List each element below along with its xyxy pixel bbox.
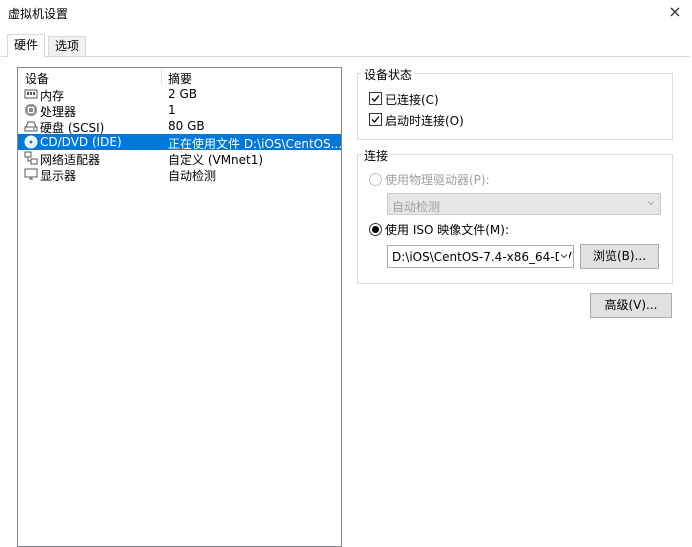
processor-icon (25, 104, 37, 116)
title-bar: 虚拟机设置 × (0, 0, 692, 26)
iso-image-radio[interactable] (369, 223, 382, 236)
radio-selected-dot (372, 226, 379, 233)
column-header-device[interactable]: 设备 (25, 70, 49, 87)
device-summary: 2 GB (168, 87, 197, 101)
iso-path-combobox[interactable]: D:\iOS\CentOS-7.4-x86_64-DV (387, 245, 574, 268)
connected-label: 已连接(C) (385, 93, 439, 107)
browse-button[interactable]: 浏览(B)... (580, 244, 659, 269)
chevron-down-icon (647, 201, 655, 206)
connected-checkbox-box[interactable] (369, 92, 382, 105)
connected-checkbox[interactable]: 已连接(C) (369, 90, 519, 107)
close-button[interactable]: × (664, 2, 686, 22)
physical-drive-select[interactable]: 自动检测 (387, 193, 661, 215)
memory-icon (24, 89, 38, 99)
device-list[interactable]: 设备 摘要 内存 2 GB 处理器 1 硬盘 (SCSI) 80 GB CD/D… (17, 67, 342, 547)
device-row-cd-dvd[interactable]: CD/DVD (IDE) 正在使用文件 D:\iOS\CentOS... (18, 134, 342, 151)
check-icon (371, 116, 380, 123)
device-row-display[interactable]: 显示器 自动检测 (18, 166, 341, 183)
window-title: 虚拟机设置 (8, 7, 69, 21)
chevron-down-icon[interactable] (559, 251, 569, 261)
iso-image-label: 使用 ISO 映像文件(M): (385, 223, 509, 237)
tab-options[interactable]: 选项 (48, 36, 87, 56)
connection-title: 连接 (361, 147, 392, 164)
advanced-button[interactable]: 高级(V)... (590, 293, 672, 318)
connect-at-power-on-label: 启动时连接(O) (385, 114, 464, 128)
device-row-processor[interactable]: 处理器 1 (18, 102, 341, 119)
list-header: 设备 摘要 (18, 68, 341, 87)
display-icon (24, 168, 38, 180)
column-separator[interactable] (161, 68, 162, 85)
device-summary: 80 GB (168, 119, 205, 133)
network-adapter-icon (24, 151, 38, 165)
hard-disk-icon (24, 121, 38, 132)
device-row-network-adapter[interactable]: 网络适配器 自定义 (VMnet1) (18, 150, 341, 167)
tab-strip: 硬件 选项 (0, 34, 692, 57)
tab-hardware[interactable]: 硬件 (7, 34, 46, 57)
cd-dvd-icon (24, 135, 38, 149)
device-name: CD/DVD (IDE) (40, 135, 122, 149)
device-status-title: 设备状态 (361, 66, 416, 83)
connect-at-power-on-checkbox[interactable]: 启动时连接(O) (369, 111, 519, 128)
device-row-hard-disk[interactable]: 硬盘 (SCSI) 80 GB (18, 118, 341, 135)
iso-path-value: D:\iOS\CentOS-7.4-x86_64-DV (392, 250, 572, 264)
connect-at-power-on-checkbox-box[interactable] (369, 113, 382, 126)
device-name: 显示器 (40, 169, 77, 183)
device-row-memory[interactable]: 内存 2 GB (18, 86, 341, 103)
device-summary: 1 (168, 103, 176, 117)
check-icon (371, 95, 380, 102)
physical-drive-value: 自动检测 (392, 200, 441, 214)
column-header-summary[interactable]: 摘要 (168, 70, 192, 87)
physical-drive-radio[interactable] (369, 173, 382, 186)
device-summary: 自动检测 (168, 169, 217, 183)
physical-drive-label: 使用物理驱动器(P): (385, 173, 490, 187)
